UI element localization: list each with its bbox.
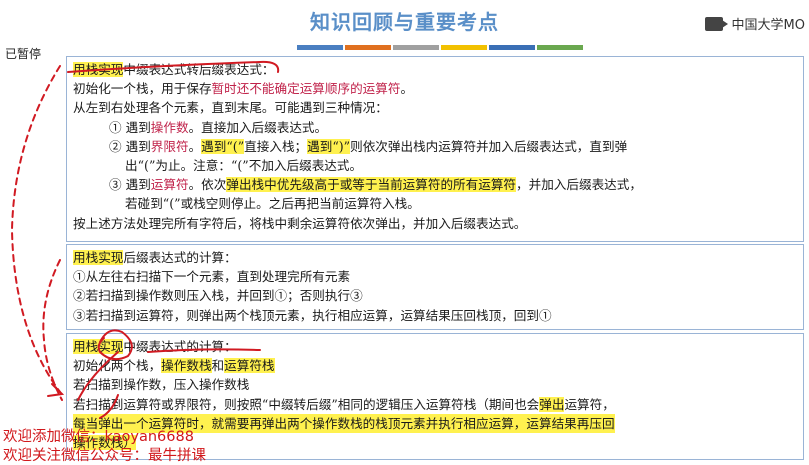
box1-keyphrase: 暂时还不能确定运算顺序的运算符 [211,81,401,97]
case3-continued: 若碰到“(”或栈空则停止。之后再把当前运算符入栈。 [125,196,420,212]
case2-pop: 则依次弹出栈内运算符并加入后缀表达式，直到弹 [350,138,628,154]
case1-text: 。直接加入后缀表达式。 [188,119,328,135]
color-bar-6 [537,45,583,50]
case2-dot: 。 [188,138,202,154]
case1-term: 操作数 [150,119,189,135]
color-bar-2 [345,45,391,50]
box1-line-2-end: 。 [400,81,414,97]
mooc-logo: 中国大学MO [704,14,805,33]
box1-heading: 中缀表达式转后缀表达式： [123,62,275,77]
box3-line-3: 若扫描到操作数，压入操作数栈 [73,377,250,393]
color-bar-3 [393,45,439,50]
box3-heading: 中缀表达式的计算： [123,339,237,354]
case1-prefix: ① 遇到 [109,119,151,135]
case2-close-paren: 遇到“)” [307,138,351,154]
case2-open-paren: 遇到“(” [201,138,245,154]
color-bar-1 [297,45,343,50]
box3-line-4-end: 运算符， [564,396,615,412]
case3-text-end: ，并加入后缀表达式， [516,177,642,193]
box2-step-2: ②若扫描到操作数则压入栈，并回到①；否则执行③ [73,288,363,304]
case2-prefix: ② 遇到 [109,138,151,154]
box1-line-3: 从左到右处理各个元素，直到末尾。可能遇到三种情况： [73,100,388,116]
infix-to-postfix-box: 用栈实现中缀表达式转后缀表达式： 初始化一个栈，用于保存暂时还不能确定运算顺序的… [66,56,804,242]
case2-continued: 出“(”为止。注意：“(”不加入后缀表达式。 [125,158,363,174]
color-bar-4 [441,45,487,50]
box3-line-4: 若扫描到运算符或界限符，则按照“中缀转后缀”相同的逻辑压入运算符栈（期间也会 [73,396,540,412]
color-bar-5 [489,45,535,50]
account-watermark: 欢迎关注微信公众号：最牛拼课 [3,448,206,464]
logo-text: 中国大学MO [731,18,805,33]
paused-indicator: 已暂停 [5,47,42,61]
case2-push: 直接入栈； [244,138,308,154]
box3-line-2: 初始化两个栈， [73,358,162,374]
case3-prefix: ③ 遇到 [109,177,151,193]
box3-and: 和 [211,358,225,374]
box3-pop-highlight: 弹出 [539,396,565,412]
box1-final-line: 按上述方法处理完所有字符后，将栈中剩余运算符依次弹出，并加入后缀表达式。 [73,215,527,231]
video-camera-icon [704,16,728,31]
box2-heading-highlight: 用栈实现 [73,250,124,265]
case2-term: 界限符 [150,138,189,154]
slide-title: 知识回顾与重要考点 [310,10,499,34]
case3-term: 运算符 [150,177,189,193]
box2-heading: 后缀表达式的计算： [123,250,237,265]
wechat-watermark: 欢迎添加微信：kaoyan6688 [3,429,194,445]
case3-text: 。依次 [188,177,227,193]
box1-heading-highlight: 用栈实现 [73,62,124,77]
operator-stack-term: 运算符栈 [224,358,275,374]
postfix-evaluation-box: 用栈实现后缀表达式的计算： ①从左往右扫描下一个元素，直到处理完所有元素 ②若扫… [66,244,804,330]
box1-line-2: 初始化一个栈，用于保存 [73,81,212,97]
box2-step-3: ③若扫描到运算符，则弹出两个栈顶元素，执行相应运算，运算结果压回栈顶，回到① [73,307,552,323]
operand-stack-term: 操作数栈 [161,358,212,374]
case3-highlight: 弹出栈中优先级高于或等于当前运算符的所有运算符 [226,177,517,193]
box3-heading-highlight: 用栈实现 [73,339,124,354]
box2-step-1: ①从左往右扫描下一个元素，直到处理完所有元素 [73,269,351,285]
